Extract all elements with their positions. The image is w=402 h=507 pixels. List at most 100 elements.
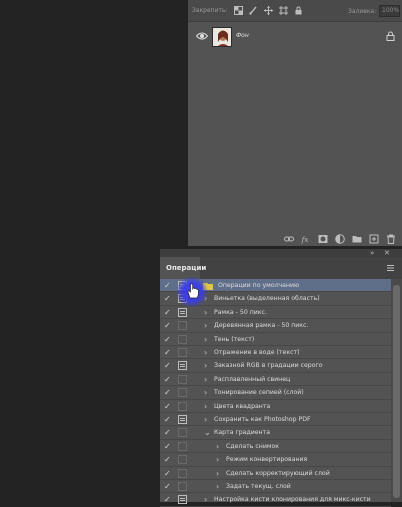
fill-input[interactable]: 100% <box>379 5 400 17</box>
expand-chevron-right-icon[interactable]: › <box>216 481 219 492</box>
toggle-checkmark-icon[interactable]: ✓ <box>164 495 172 504</box>
dialog-toggle-icon[interactable] <box>178 307 187 317</box>
toggle-checkmark-icon[interactable]: ✓ <box>164 375 172 384</box>
tab-actions[interactable]: Операции <box>160 257 206 279</box>
lock-position-icon[interactable] <box>263 6 273 15</box>
toggle-checkmark-icon[interactable]: ✓ <box>164 294 172 303</box>
dialog-toggle-icon[interactable] <box>178 348 187 357</box>
toggle-checkmark-icon[interactable]: ✓ <box>164 348 172 357</box>
expand-chevron-right-icon[interactable]: › <box>204 360 207 371</box>
collapse-panel-icon[interactable]: » <box>370 249 374 257</box>
toggle-checkmark-icon[interactable]: ✓ <box>164 402 172 411</box>
action-row[interactable]: ✓ ⌄ Карта градиента <box>160 426 391 440</box>
dialog-toggle-icon[interactable] <box>178 321 187 331</box>
new-layer-icon[interactable] <box>369 234 379 244</box>
dialog-toggle-icon[interactable] <box>178 441 187 451</box>
fx-icon[interactable]: fx <box>301 234 311 244</box>
scrollbar-thumb[interactable] <box>393 285 400 498</box>
close-panel-icon[interactable]: ✕ <box>384 249 390 257</box>
expand-chevron-right-icon[interactable]: › <box>204 401 207 412</box>
toggle-checkmark-icon[interactable]: ✓ <box>164 321 172 330</box>
layers-bottom-toolbar: fx <box>188 232 402 246</box>
hand-cursor-icon <box>187 283 199 299</box>
mask-icon[interactable] <box>318 234 328 244</box>
toggle-checkmark-icon[interactable]: ✓ <box>164 469 172 478</box>
layer-row-background[interactable]: Фон <box>188 23 402 51</box>
action-label: Задать текущ. слой <box>226 483 291 490</box>
dialog-toggle-icon[interactable] <box>178 361 187 371</box>
adjustment-icon[interactable] <box>335 234 345 244</box>
dialog-toggle-icon[interactable] <box>178 495 187 505</box>
panel-header-strip: » ✕ <box>160 249 402 257</box>
toggle-checkmark-icon[interactable]: ✓ <box>164 415 172 424</box>
expand-chevron-right-icon[interactable]: › <box>204 494 207 505</box>
toggle-checkmark-icon[interactable]: ✓ <box>164 442 172 451</box>
action-row[interactable]: ✓ › Рамка - 50 пикс. <box>160 306 391 320</box>
expand-chevron-right-icon[interactable]: › <box>216 468 219 479</box>
actions-scrollbar[interactable] <box>391 279 402 502</box>
folder-icon[interactable] <box>352 234 362 244</box>
actions-list: ✓ ⌄ Операции по умолчанию ✓ › Виньетка (выдел… <box>160 279 391 507</box>
toggle-checkmark-icon[interactable]: ✓ <box>164 281 172 290</box>
trash-icon[interactable] <box>386 234 396 244</box>
expand-chevron-right-icon[interactable]: › <box>204 307 207 318</box>
dialog-toggle-icon[interactable] <box>178 428 187 438</box>
action-label: Виньетка (выделенная область) <box>214 295 320 303</box>
action-row[interactable]: ✓ › Сохранить как Photoshop PDF <box>160 413 391 427</box>
action-label: Заказной RGB в градации серого <box>214 362 323 370</box>
toggle-checkmark-icon[interactable]: ✓ <box>164 308 172 317</box>
action-row[interactable]: ✓ › Расплавленный свинец <box>160 373 391 387</box>
lock-all-icon[interactable] <box>294 6 303 15</box>
action-label: Карта градиента <box>214 429 270 437</box>
dialog-toggle-icon[interactable] <box>178 455 187 465</box>
expand-chevron-right-icon[interactable]: › <box>204 334 207 345</box>
expand-chevron-right-icon[interactable]: › <box>216 454 219 465</box>
dialog-toggle-icon[interactable] <box>178 482 187 491</box>
link-icon[interactable] <box>284 234 294 244</box>
expand-chevron-down-icon[interactable]: ⌄ <box>204 427 211 438</box>
action-row[interactable]: ✓ › Сделать снимок <box>160 440 391 454</box>
action-row[interactable]: ✓ › Цвета квадранта <box>160 400 391 413</box>
expand-chevron-right-icon[interactable]: › <box>204 347 207 358</box>
action-label: Режим конвертирования <box>226 456 308 464</box>
expand-chevron-right-icon[interactable]: › <box>204 414 207 425</box>
eye-icon[interactable] <box>196 31 208 41</box>
actions-tab-bar: Операции <box>160 257 402 279</box>
toggle-checkmark-icon[interactable]: ✓ <box>164 335 172 344</box>
action-row[interactable]: ✓ › Деревянная рамка - 50 пикс. <box>160 319 391 333</box>
action-label: Сделать снимок <box>226 442 280 450</box>
toggle-checkmark-icon[interactable]: ✓ <box>164 455 172 464</box>
expand-chevron-right-icon[interactable]: › <box>204 320 207 331</box>
toggle-checkmark-icon[interactable]: ✓ <box>164 361 172 370</box>
toggle-checkmark-icon[interactable]: ✓ <box>164 482 172 491</box>
action-row[interactable]: ✓ › Задать текущ. слой <box>160 480 391 494</box>
lock-label: Закрепить: <box>192 7 228 14</box>
dialog-toggle-icon[interactable] <box>178 401 187 411</box>
expand-chevron-right-icon[interactable]: › <box>216 441 219 452</box>
action-label: Операции по умолчанию <box>218 282 300 289</box>
action-row[interactable]: ✓ › Сделать корректирующий слой <box>160 467 391 480</box>
layers-panel: Закрепить: Заливка: 100% Фон fx <box>188 0 402 246</box>
action-row[interactable]: ✓ › Режим конвертирования <box>160 453 391 467</box>
action-label: Тень (текст) <box>214 335 255 343</box>
dialog-toggle-icon[interactable] <box>178 468 187 478</box>
lock-transparent-pixels-icon[interactable] <box>233 6 243 15</box>
action-row[interactable]: ✓ › Заказной RGB в градации серого <box>160 359 391 373</box>
layer-thumbnail <box>212 27 232 47</box>
dialog-toggle-icon[interactable] <box>178 374 187 384</box>
toggle-checkmark-icon[interactable]: ✓ <box>164 428 172 437</box>
action-row[interactable]: ✓ › Отражение в воде (текст) <box>160 346 391 360</box>
toggle-checkmark-icon[interactable]: ✓ <box>164 388 172 397</box>
action-row[interactable]: ✓ › Тень (текст) <box>160 333 391 346</box>
dialog-toggle-icon[interactable] <box>178 388 187 398</box>
action-row[interactable]: ✓ › Тонирование сепией (слой) <box>160 386 391 400</box>
expand-chevron-right-icon[interactable]: › <box>204 374 207 385</box>
lock-artboard-icon[interactable] <box>278 6 288 15</box>
panel-menu-icon[interactable] <box>387 265 394 271</box>
expand-chevron-right-icon[interactable]: › <box>204 387 207 398</box>
dialog-toggle-icon[interactable] <box>178 334 187 344</box>
action-row[interactable]: ✓ › Настройка кисти клонирования для микс-… <box>160 493 391 507</box>
dialog-toggle-icon[interactable] <box>178 415 187 424</box>
action-label: Деревянная рамка - 50 пикс. <box>214 322 309 330</box>
lock-image-pixels-icon[interactable] <box>248 6 258 15</box>
